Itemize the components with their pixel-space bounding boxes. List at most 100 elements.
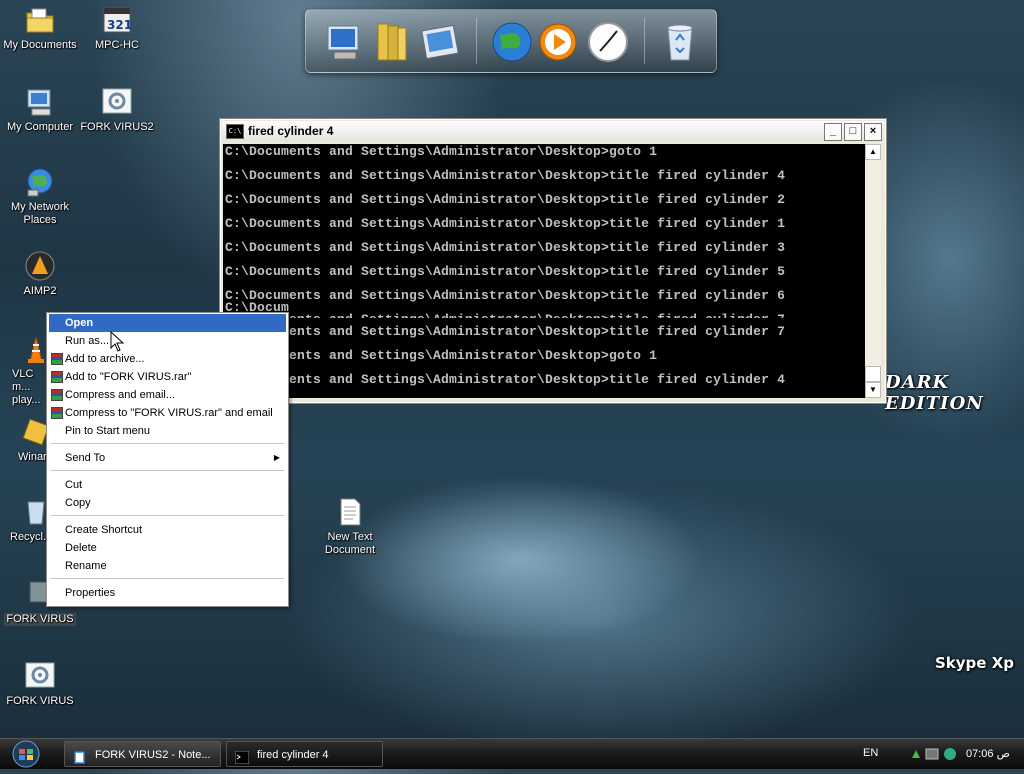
desktop-icon-vlc[interactable]: VLC m... play... (0, 333, 46, 407)
console-window[interactable]: C:\ fired cylinder 4 _ □ × C:\Documents … (219, 118, 887, 404)
dock-computer[interactable] (322, 20, 366, 64)
desktop-icon-label: MPC-HC (95, 39, 139, 51)
menu-item-compress-to-rar-email[interactable]: Compress to "FORK VIRUS.rar" and email (49, 404, 286, 422)
dock-pictures[interactable] (418, 20, 462, 64)
desktop-icon-my-computer[interactable]: My Computer (0, 86, 80, 134)
mouse-cursor-icon (110, 330, 125, 353)
menu-item-cut[interactable]: Cut (49, 476, 286, 494)
taskbar: FORK VIRUS2 - Note... fired cylinder 4 E… (0, 738, 1024, 769)
menu-item-label: Properties (65, 587, 116, 599)
computer-icon (327, 25, 359, 60)
console-line: C:\Documents and Settings\Administrator\… (225, 372, 786, 387)
network-globe-icon (24, 166, 56, 198)
desktop-icon-aimp2[interactable]: AIMP2 (0, 250, 80, 298)
taskbar-clock[interactable]: 07:06 ص (966, 747, 1010, 760)
menu-item-rename[interactable]: Rename (49, 557, 286, 575)
desktop-icon-my-documents[interactable]: My Documents (0, 4, 80, 52)
console-title: fired cylinder 4 (248, 124, 334, 138)
close-button[interactable]: × (864, 123, 882, 141)
console-title-bar[interactable]: C:\ fired cylinder 4 _ □ × (222, 121, 884, 141)
menu-item-label: Run as... (65, 335, 110, 347)
settings-file-icon (101, 86, 133, 118)
desktop-icon-my-network-places[interactable]: My Network Places (0, 166, 80, 227)
language-indicator[interactable]: EN (863, 747, 878, 759)
dock-globe[interactable] (490, 20, 534, 64)
settings-file-icon (24, 660, 56, 692)
menu-item-label: Cut (65, 479, 83, 491)
menu-item-properties[interactable]: Properties (49, 584, 286, 602)
media-player-icon (539, 23, 577, 61)
desktop-icon-new-text-document[interactable]: New Text Document (310, 496, 390, 557)
desktop-icon-label: AIMP2 (23, 285, 57, 297)
pictures-icon (421, 24, 459, 60)
maximize-button[interactable]: □ (844, 123, 862, 141)
computer-icon (24, 86, 56, 118)
aimp-icon (24, 250, 56, 282)
wallpaper-skype-text: Skype Xp (935, 654, 1014, 672)
menu-item-delete[interactable]: Delete (49, 539, 286, 557)
scroll-thumb[interactable] (865, 366, 881, 382)
menu-item-label: Add to archive... (65, 353, 145, 365)
console-icon (234, 748, 250, 765)
mpc-hc-icon: 321 (101, 4, 133, 36)
start-button[interactable] (6, 740, 46, 768)
folder-documents-icon (24, 4, 56, 36)
console-scrollbar[interactable]: ▲ ▼ (865, 144, 881, 398)
vlc-cone-icon (20, 333, 46, 365)
menu-item-copy[interactable]: Copy (49, 494, 286, 512)
menu-item-label: Copy (65, 497, 91, 509)
menu-item-label: Pin to Start menu (65, 425, 150, 437)
desktop-icon-fork-virus[interactable]: FORK VIRUS (0, 660, 80, 708)
desktop-icon-label: FORK VIRUS (6, 695, 74, 707)
desktop-icon-fork-virus2[interactable]: FORK VIRUS2 (77, 86, 157, 134)
desktop-icon-recycle-bin[interactable]: Recycl... (0, 496, 46, 544)
dock-media-player[interactable] (536, 20, 580, 64)
menu-separator (51, 443, 284, 444)
desktop-icon-mpc-hc[interactable]: 321 MPC-HC (77, 4, 157, 52)
menu-separator (51, 578, 284, 579)
desktop-icon-label: VLC m... play... (12, 368, 41, 406)
scroll-down-arrow-icon[interactable]: ▼ (865, 382, 881, 398)
taskbar-button-label: FORK VIRUS2 - Note... (95, 749, 211, 761)
menu-item-open[interactable]: Open (49, 314, 286, 332)
desktop-icon-label: New Text Document (324, 531, 376, 556)
recycle-bin-icon (667, 24, 693, 61)
console-line: C:\Documents and Settings\Administrator\… (225, 288, 786, 303)
scroll-up-arrow-icon[interactable]: ▲ (865, 144, 881, 160)
console-line: C:\Documents and Settings\Administrator\… (225, 144, 658, 159)
desktop-icon-label: My Computer (6, 121, 74, 133)
dock-recycle-bin[interactable] (658, 20, 702, 64)
menu-separator (51, 470, 284, 471)
desktop-icon-label: FORK VIRUS (4, 613, 76, 626)
notepad-icon (73, 748, 87, 765)
desktop-icon-label: Winar... (18, 451, 46, 463)
menu-item-create-shortcut[interactable]: Create Shortcut (49, 521, 286, 539)
menu-item-label: Compress to "FORK VIRUS.rar" and email (65, 407, 273, 419)
wallpaper-brand-text: DARK EDITION (885, 372, 984, 414)
minimize-button[interactable]: _ (824, 123, 842, 141)
console-line: C:\Documents and Settings\Administrator\… (225, 216, 786, 231)
dock-clock[interactable] (586, 20, 630, 64)
menu-item-compress-email[interactable]: Compress and email... (49, 386, 286, 404)
recycle-bin-icon (20, 496, 46, 528)
desktop-icon-winrar[interactable]: Winar... (0, 416, 46, 464)
menu-item-label: Open (65, 317, 94, 329)
desktop-icon-label: FORK VIRUS2 (80, 121, 154, 133)
console-icon: C:\ (226, 124, 244, 139)
console-output[interactable]: C:\Documents and Settings\Administrator\… (223, 144, 865, 398)
menu-item-send-to[interactable]: Send To ▶ (49, 449, 286, 467)
menu-item-label: Compress and email... (65, 389, 176, 401)
submenu-arrow-icon: ▶ (273, 453, 280, 462)
menu-item-add-to-rar[interactable]: Add to "FORK VIRUS.rar" (49, 368, 286, 386)
system-tray-icons[interactable] (910, 746, 960, 762)
winrar-icon (51, 389, 63, 401)
menu-item-label: Create Shortcut (65, 524, 143, 536)
taskbar-button-console[interactable]: fired cylinder 4 (226, 741, 383, 767)
console-line: C:\Documents and Settings\Administrator\… (225, 168, 786, 183)
console-line: C:\Documents and Settings\Administrator\… (225, 324, 786, 339)
menu-item-add-to-archive[interactable]: Add to archive... (49, 350, 286, 368)
menu-item-run-as[interactable]: Run as... (49, 332, 286, 350)
taskbar-button-notepad[interactable]: FORK VIRUS2 - Note... (64, 741, 221, 767)
dock-folders[interactable] (370, 20, 414, 64)
menu-item-pin-to-start[interactable]: Pin to Start menu (49, 422, 286, 440)
